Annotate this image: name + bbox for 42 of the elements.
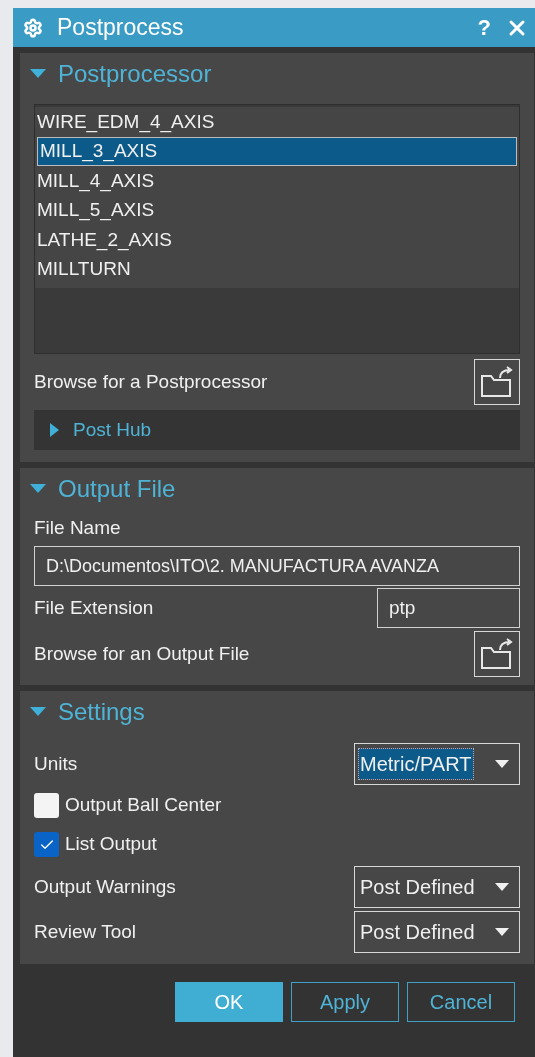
checkbox-label: List Output [65,832,157,857]
section-title[interactable]: Postprocessor [58,56,212,92]
list-item[interactable]: MILL_4_AXIS [35,166,519,196]
expand-triangle-icon[interactable] [50,423,59,437]
section-title[interactable]: Output File [58,471,176,507]
list-item[interactable]: MILLTURN [35,254,519,284]
list-item[interactable]: LATHE_2_AXIS [35,225,519,255]
list-item[interactable]: WIRE_EDM_4_AXIS [35,107,519,137]
section-title[interactable]: Settings [58,694,145,730]
dropdown-arrow-icon [495,760,509,768]
list-item[interactable]: MILL_3_AXIS [37,136,517,166]
dialog-button[interactable]: Cancel [407,982,515,1022]
dropdown-arrow-icon [495,883,509,891]
field-label: Browse for a Postprocessor [34,369,268,394]
field-label: Browse for an Output File [34,641,250,666]
dropdown[interactable]: Post Defined [354,911,520,953]
field-label: Review Tool [34,919,137,944]
checkbox-label: Output Ball Center [65,793,222,818]
browse-folder-button[interactable] [474,631,520,677]
list-item[interactable]: MILL_5_AXIS [35,195,519,225]
checkbox[interactable] [34,793,59,818]
collapse-triangle-icon[interactable] [30,707,46,717]
field-label: File Extension [34,595,154,620]
browse-folder-button[interactable] [474,359,520,405]
settings-icon [23,17,43,38]
section-title[interactable]: Post Hub [73,415,152,445]
checkbox[interactable] [34,832,59,857]
file-name-field[interactable]: D:\Documentos\ITO\2. MANUFACTURA AVANZA [34,546,520,586]
field-label: File Name [34,515,121,540]
file-extension-field[interactable]: ptp [377,588,520,628]
dropdown-arrow-icon [495,928,509,936]
window-title: Postprocess [57,13,184,43]
folder-icon [480,366,514,398]
dropdown[interactable]: Metric/PART [354,743,520,785]
field-label: Output Warnings [34,874,176,899]
post-hub-bar[interactable]: Post Hub [34,410,520,450]
collapse-triangle-icon[interactable] [30,484,46,494]
field-label: Units [34,751,78,776]
dropdown[interactable]: Post Defined [354,866,520,908]
dialog-button[interactable]: Apply [291,982,399,1022]
folder-icon [480,638,514,670]
collapse-triangle-icon[interactable] [30,69,46,79]
